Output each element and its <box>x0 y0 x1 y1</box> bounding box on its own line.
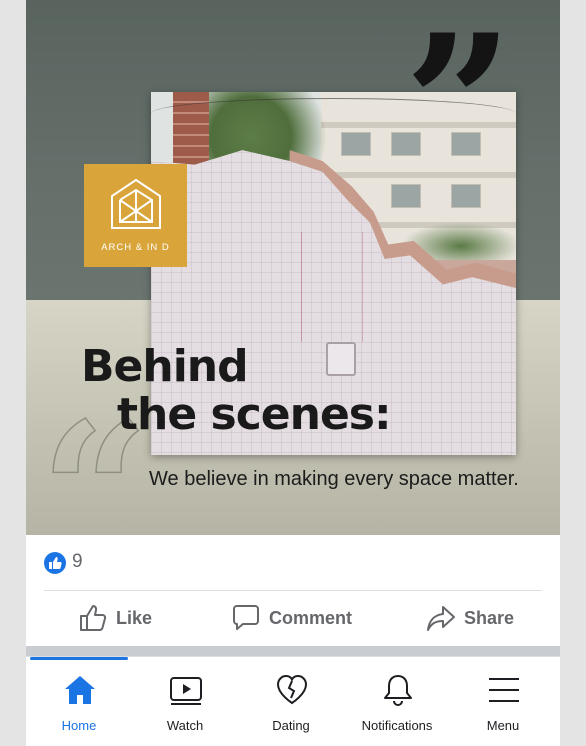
nav-notifications[interactable]: Notifications <box>344 657 450 746</box>
headline-line-2: the scenes: <box>117 389 392 440</box>
phone-screen: ” “ ARCH & IN D Behind the scenes: We be… <box>26 0 560 746</box>
thumbs-up-icon <box>80 605 107 631</box>
comment-label: Comment <box>269 607 353 628</box>
logo-text: ARCH & IN D <box>101 242 170 253</box>
comment-button[interactable]: Comment <box>231 592 352 644</box>
closing-quote-mark: ” <box>404 0 513 216</box>
like-label: Like <box>116 607 153 628</box>
bottom-navigation: Home Watch Dating Notifications Menu <box>26 656 560 746</box>
post-image[interactable]: ” “ ARCH & IN D Behind the scenes: We be… <box>26 0 560 535</box>
reactions-divider <box>44 590 542 591</box>
like-reaction-icon <box>44 552 66 574</box>
nav-dating-label: Dating <box>272 718 310 733</box>
nav-menu-label: Menu <box>486 718 520 733</box>
watch-icon <box>170 677 202 705</box>
feed-separator <box>26 646 560 656</box>
post-actions: Like Comment Share <box>26 592 560 644</box>
nav-home-label: Home <box>61 718 97 733</box>
nav-notifications-label: Notifications <box>361 718 433 733</box>
share-label: Share <box>464 607 515 628</box>
share-icon <box>427 606 455 631</box>
nav-watch[interactable]: Watch <box>132 657 238 746</box>
bell-icon <box>384 675 412 707</box>
dating-icon <box>276 674 308 705</box>
nav-dating[interactable]: Dating <box>238 657 344 746</box>
brand-logo: ARCH & IN D <box>84 164 187 267</box>
headline-line-1: Behind <box>81 341 249 392</box>
like-button[interactable]: Like <box>78 592 152 644</box>
share-button[interactable]: Share <box>426 592 514 644</box>
post-headline: Behind the scenes: <box>81 341 392 440</box>
comment-icon <box>233 605 259 630</box>
home-icon <box>65 676 95 704</box>
reactions-summary[interactable]: 9 <box>26 535 560 590</box>
menu-icon <box>489 678 519 702</box>
nav-home[interactable]: Home <box>26 657 132 746</box>
nav-watch-label: Watch <box>166 718 204 733</box>
nav-menu[interactable]: Menu <box>450 657 556 746</box>
house-logo-icon <box>111 178 161 229</box>
reaction-count: 9 <box>72 551 83 572</box>
post-tagline: We believe in making every space matter. <box>149 468 519 490</box>
